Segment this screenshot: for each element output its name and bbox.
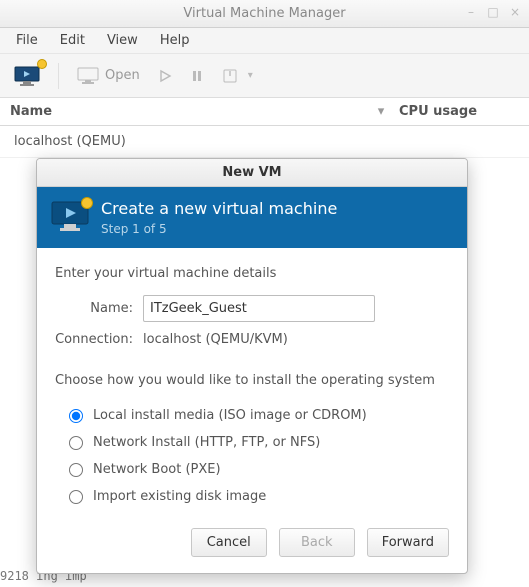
minimize-icon[interactable]: – [463,4,479,20]
cancel-button[interactable]: Cancel [191,528,267,557]
play-icon [158,69,172,83]
monitor-icon [14,66,40,86]
forward-button[interactable]: Forward [367,528,449,557]
titlebar: Virtual Machine Manager – □ × [0,0,529,28]
radio-network-install[interactable]: Network Install (HTTP, FTP, or NFS) [55,429,449,456]
power-icon [222,68,238,84]
chevron-down-icon: ▾ [248,70,253,81]
list-headers[interactable]: Name ▾ CPU usage [0,98,529,126]
host-list: localhost (QEMU) [0,126,529,158]
dialog-body: Enter your virtual machine details Name:… [37,248,467,516]
dialog-titlebar: New VM [37,159,467,187]
menu-view[interactable]: View [97,29,148,52]
separator [58,63,59,89]
dialog-actions: Cancel Back Forward [37,516,467,573]
column-cpu: CPU usage [389,104,529,119]
radio-local-media[interactable]: Local install media (ISO image or CDROM) [55,402,449,429]
dialog-header-text: Create a new virtual machine Step 1 of 5 [101,199,337,236]
pause-button[interactable] [186,65,208,87]
menu-file[interactable]: File [6,29,48,52]
connection-label: Connection: [55,332,133,347]
install-radio-group: Local install media (ISO image or CDROM)… [55,402,449,510]
close-icon[interactable]: × [507,4,523,20]
star-badge-icon [37,59,47,69]
star-badge-icon [81,197,93,209]
shutdown-button[interactable]: ▾ [218,64,257,88]
column-name: Name [0,104,373,119]
dialog-title: New VM [222,165,281,180]
monitor-small-icon [77,67,99,85]
host-row[interactable]: localhost (QEMU) [0,126,529,158]
menu-help[interactable]: Help [150,29,200,52]
window-title: Virtual Machine Manager [183,6,345,21]
back-button[interactable]: Back [279,528,355,557]
open-label: Open [105,68,140,83]
pause-icon [190,69,204,83]
connection-row: Connection: localhost (QEMU/KVM) [55,332,449,347]
name-row: Name: [55,295,449,322]
run-button[interactable] [154,65,176,87]
name-label: Name: [55,301,133,316]
radio-network-boot-label: Network Boot (PXE) [93,462,221,477]
radio-network-boot-input[interactable] [69,463,83,477]
radio-local-media-label: Local install media (ISO image or CDROM) [93,408,367,423]
open-button[interactable]: Open [73,63,144,89]
radio-network-install-input[interactable] [69,436,83,450]
install-label: Choose how you would like to install the… [55,373,449,388]
toolbar: Open ▾ [0,54,529,98]
radio-import-disk-label: Import existing disk image [93,489,266,504]
radio-network-boot[interactable]: Network Boot (PXE) [55,456,449,483]
dialog-step: Step 1 of 5 [101,222,337,236]
details-label: Enter your virtual machine details [55,266,449,281]
window-controls: – □ × [463,4,523,20]
menubar: File Edit View Help [0,28,529,54]
install-section: Choose how you would like to install the… [55,373,449,510]
radio-network-install-label: Network Install (HTTP, FTP, or NFS) [93,435,320,450]
maximize-icon[interactable]: □ [485,4,501,20]
dialog-header: Create a new virtual machine Step 1 of 5 [37,187,467,248]
name-input[interactable] [143,295,375,322]
radio-local-media-input[interactable] [69,409,83,423]
new-vm-button[interactable] [10,62,44,90]
radio-import-disk[interactable]: Import existing disk image [55,483,449,510]
dialog-heading: Create a new virtual machine [101,199,337,218]
virt-manager-window: Virtual Machine Manager – □ × File Edit … [0,0,529,587]
connection-value: localhost (QEMU/KVM) [143,332,288,347]
menu-edit[interactable]: Edit [50,29,95,52]
dialog-header-icon [51,201,89,235]
sort-indicator-icon: ▾ [373,104,389,119]
new-vm-dialog: New VM Create a new virtual machine Step… [36,158,468,574]
radio-import-disk-input[interactable] [69,490,83,504]
